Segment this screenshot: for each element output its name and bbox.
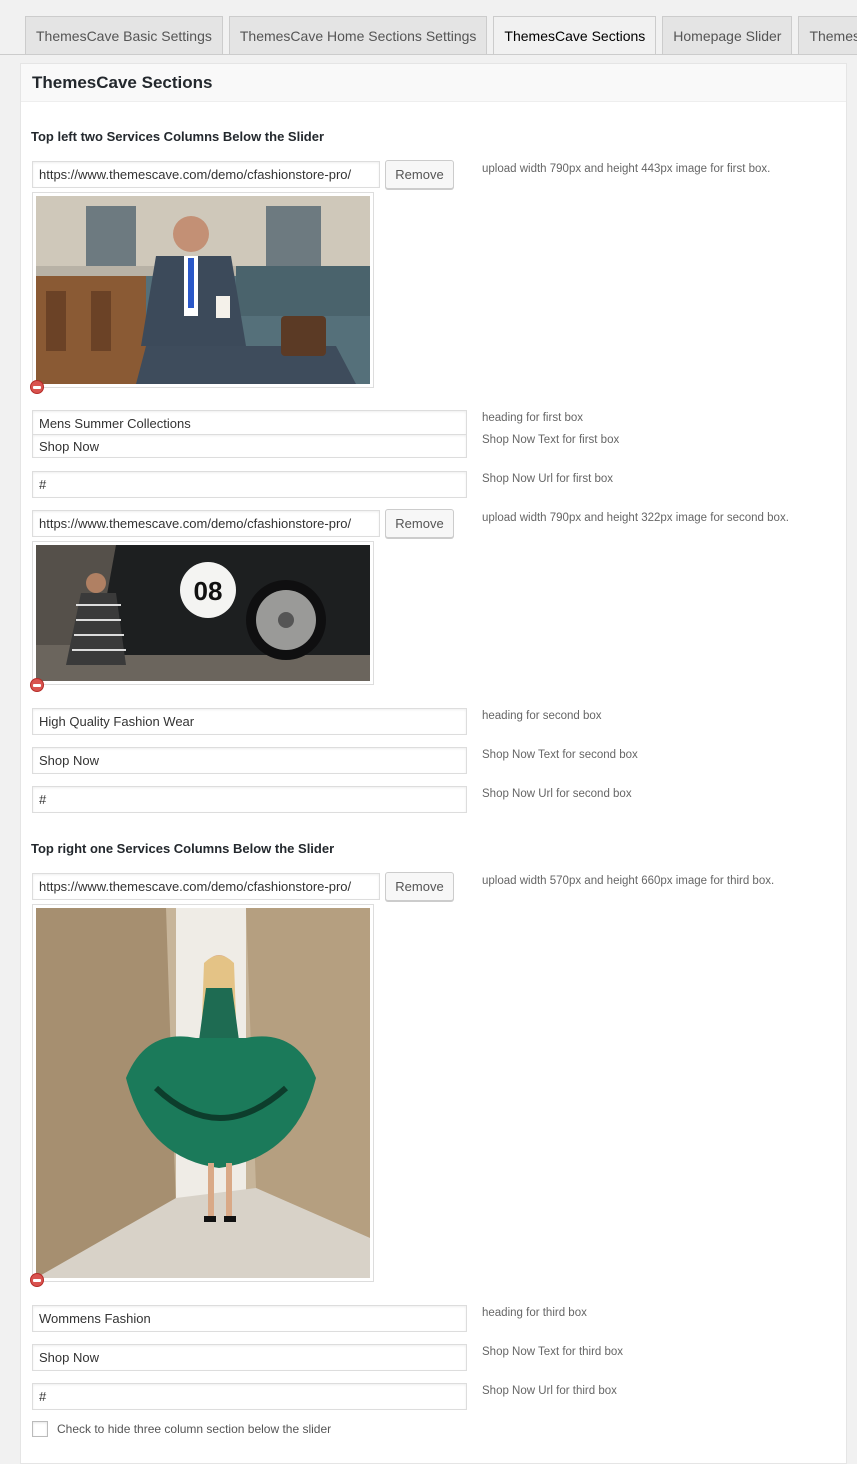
box2-shopnow-url-input[interactable]: # <box>32 786 467 813</box>
box1-heading-input[interactable]: Mens Summer Collections <box>32 410 467 437</box>
box3-image <box>36 908 370 1278</box>
box2-remove-image-icon[interactable] <box>30 678 44 692</box>
box2-image: 08 <box>36 545 370 681</box>
tab-divider <box>0 54 857 55</box>
sections-panel: ThemesCave Sections Top left two Service… <box>20 63 847 1464</box>
box1-remove-image-icon[interactable] <box>30 380 44 394</box>
box2-heading-desc: heading for second box <box>482 710 602 722</box>
car-number: 08 <box>194 576 223 606</box>
tab-sections[interactable]: ThemesCave Sections <box>493 16 657 54</box>
section-title-top-left: Top left two Services Columns Below the … <box>31 129 325 144</box>
settings-tabs: ThemesCave Basic Settings ThemesCave Hom… <box>25 16 857 54</box>
box1-shopnow-url-input[interactable]: # <box>32 471 467 498</box>
box3-remove-image-icon[interactable] <box>30 1273 44 1287</box>
box3-remove-button[interactable]: Remove <box>385 872 454 901</box>
tab-themescave-more[interactable]: ThemesCave <box>798 16 857 54</box>
section-title-top-right: Top right one Services Columns Below the… <box>31 841 335 856</box>
box3-shopnow-text-desc: Shop Now Text for third box <box>482 1346 624 1358</box>
box3-image-desc: upload width 570px and height 660px imag… <box>482 875 775 887</box>
box1-image-desc: upload width 790px and height 443px imag… <box>482 163 771 175</box>
box2-remove-button[interactable]: Remove <box>385 509 454 538</box>
box2-image-preview: 08 <box>32 541 374 685</box>
panel-title: ThemesCave Sections <box>32 72 213 92</box>
box1-shopnow-text-input[interactable]: Shop Now <box>32 434 467 458</box>
box2-shopnow-url-desc: Shop Now Url for second box <box>482 788 632 800</box>
box1-image-preview <box>32 192 374 388</box>
box2-shopnow-text-desc: Shop Now Text for second box <box>482 749 638 761</box>
box3-heading-input[interactable]: Wommens Fashion <box>32 1305 467 1332</box>
box2-image-desc: upload width 790px and height 322px imag… <box>482 512 789 524</box>
box1-heading-desc: heading for first box <box>482 412 584 424</box>
box3-shopnow-url-input[interactable]: # <box>32 1383 467 1410</box>
box1-image <box>36 196 370 384</box>
box2-heading-input[interactable]: High Quality Fashion Wear <box>32 708 467 735</box>
hide-section-label: Check to hide three column section below… <box>57 1422 332 1436</box>
box3-shopnow-url-desc: Shop Now Url for third box <box>482 1385 617 1397</box>
tab-basic-settings[interactable]: ThemesCave Basic Settings <box>25 16 223 54</box>
box2-shopnow-text-input[interactable]: Shop Now <box>32 747 467 774</box>
tab-home-sections-settings[interactable]: ThemesCave Home Sections Settings <box>228 16 488 54</box>
box3-shopnow-text-input[interactable]: Shop Now <box>32 1344 467 1371</box>
box3-image-preview <box>32 904 374 1282</box>
hide-section-option: Check to hide three column section below… <box>32 1421 331 1437</box>
box1-shopnow-text-desc: Shop Now Text for first box <box>482 434 620 446</box>
box3-heading-desc: heading for third box <box>482 1307 587 1319</box>
hide-section-checkbox[interactable] <box>32 1421 48 1437</box>
box1-shopnow-url-desc: Shop Now Url for first box <box>482 473 614 485</box>
panel-header: ThemesCave Sections <box>21 64 846 102</box>
box3-image-url-input[interactable]: https://www.themescave.com/demo/cfashion… <box>32 873 380 900</box>
tab-homepage-slider[interactable]: Homepage Slider <box>662 16 793 54</box>
box2-image-url-input[interactable]: https://www.themescave.com/demo/cfashion… <box>32 510 380 537</box>
box1-remove-button[interactable]: Remove <box>385 160 454 189</box>
box1-image-url-input[interactable]: https://www.themescave.com/demo/cfashion… <box>32 161 380 188</box>
